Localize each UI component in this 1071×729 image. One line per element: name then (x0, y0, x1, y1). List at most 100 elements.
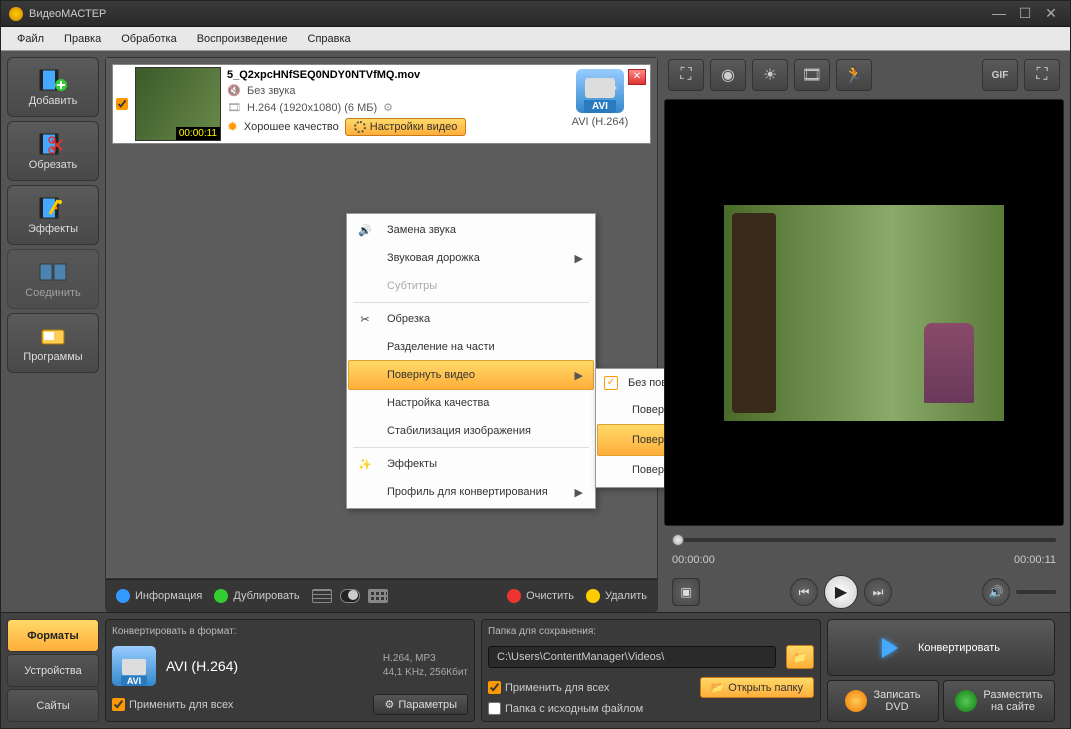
ctx-quality[interactable]: Настройка качества (349, 389, 593, 417)
ctx-crop[interactable]: ✂Обрезка (349, 305, 593, 333)
sidebar-cut-button[interactable]: Обрезать (7, 121, 99, 181)
file-checkbox-wrap (115, 67, 129, 141)
maximize-button[interactable]: ☐ (1014, 5, 1036, 23)
folder-apply-all-label[interactable]: Применить для всех (488, 681, 609, 694)
close-button[interactable]: ✕ (1040, 5, 1062, 23)
ctx-convert-profile[interactable]: Профиль для конвертирования▶ (349, 478, 593, 506)
file-quality: Хорошее качество (244, 121, 339, 133)
list-view-icon[interactable] (312, 589, 332, 603)
speed-tool-button[interactable]: 🏃 (836, 59, 872, 91)
gif-tool-button[interactable]: GIF (982, 59, 1018, 91)
record-tool-button[interactable]: ◉ (710, 59, 746, 91)
list-toolbar: Информация Дублировать Очистить Удалить (106, 579, 657, 611)
speaker-icon: 🔊 (353, 220, 377, 240)
film-tool-button[interactable]: 🎞 (794, 59, 830, 91)
apply-all-checkbox[interactable] (112, 698, 125, 711)
sidebar-join-label: Соединить (25, 287, 81, 299)
format-icon[interactable]: AVI (112, 646, 156, 686)
same-source-checkbox[interactable] (488, 702, 501, 715)
volume-button[interactable]: 🔊 (982, 578, 1010, 606)
browse-button[interactable]: 📁 (786, 645, 814, 669)
chevron-right-icon: ▶ (575, 369, 583, 382)
fullscreen-tool-button[interactable]: ⛶ (1024, 59, 1060, 91)
plus-icon (214, 589, 228, 603)
burn-dvd-button[interactable]: Записать DVD (827, 680, 939, 722)
minimize-button[interactable]: — (988, 5, 1010, 23)
ctx-subtitles: Субтитры (349, 272, 593, 300)
grid-view-icon[interactable] (368, 589, 388, 603)
chevron-right-icon: ▶ (575, 486, 583, 499)
view-toggle[interactable] (312, 589, 388, 603)
convert-button[interactable]: Конвертировать (827, 619, 1055, 676)
play-button[interactable]: ▶ (824, 575, 858, 609)
titlebar[interactable]: ВидеоМАСТЕР — ☐ ✕ (1, 1, 1070, 27)
menu-playback[interactable]: Воспроизведение (187, 30, 298, 48)
sidebar-programs-button[interactable]: Программы (7, 313, 99, 373)
preview-video[interactable] (664, 99, 1064, 526)
menu-help[interactable]: Справка (298, 30, 361, 48)
volume-slider[interactable] (1016, 590, 1056, 594)
format-tabs: Форматы Устройства Сайты (7, 619, 99, 722)
file-name: 5_Q2xpcHNfSEQ0NDY0NTVfMQ.mov (227, 69, 546, 81)
format-panel: Конвертировать в формат: AVI AVI (H.264)… (105, 619, 475, 722)
apply-all-checkbox-label[interactable]: Применить для всех (112, 698, 233, 711)
open-folder-button[interactable]: 📂Открыть папку (700, 677, 814, 698)
menu-file[interactable]: Файл (7, 30, 54, 48)
ctx-audio-track[interactable]: Звуковая дорожка▶ (349, 244, 593, 272)
time-duration: 00:00:11 (1014, 554, 1056, 566)
menubar: Файл Правка Обработка Воспроизведение Сп… (1, 27, 1070, 51)
sidebar-join-button[interactable]: Соединить (7, 249, 99, 309)
sidebar: Добавить Обрезать Эффекты Соединить Прог… (7, 57, 99, 612)
folder-apply-all-checkbox[interactable] (488, 681, 501, 694)
toggle-icon[interactable] (340, 589, 360, 603)
format-header: Конвертировать в формат: (112, 626, 468, 637)
brightness-tool-button[interactable]: ☀ (752, 59, 788, 91)
tab-formats[interactable]: Форматы (7, 619, 99, 652)
info-icon (116, 589, 130, 603)
ctx-stabilization[interactable]: Стабилизация изображения (349, 417, 593, 445)
sidebar-effects-button[interactable]: Эффекты (7, 185, 99, 245)
clear-button[interactable]: Очистить (507, 589, 574, 603)
tab-sites[interactable]: Сайты (7, 689, 99, 722)
output-path[interactable]: C:\Users\ContentManager\Videos\ (488, 646, 776, 668)
ctx-split[interactable]: Разделение на части (349, 333, 593, 361)
params-button[interactable]: ⚙Параметры (373, 694, 468, 715)
file-thumbnail[interactable] (135, 67, 221, 141)
menu-edit[interactable]: Правка (54, 30, 111, 48)
tab-devices[interactable]: Устройства (7, 654, 99, 687)
prev-button[interactable]: ⏮ (790, 578, 818, 606)
ctx-rotate-video[interactable]: Повернуть видео▶ (348, 360, 594, 390)
check-icon: ✓ (604, 376, 618, 390)
sidebar-programs-label: Программы (23, 351, 82, 363)
folder-header: Папка для сохранения: (488, 626, 814, 637)
info-button[interactable]: Информация (116, 589, 202, 603)
duplicate-button[interactable]: Дублировать (214, 589, 299, 603)
gear-icon: ⚙ (384, 698, 394, 711)
file-codec: H.264 (1920x1080) (6 МБ) (247, 102, 377, 114)
film-fx-icon (37, 195, 69, 221)
same-source-label[interactable]: Папка с исходным файлом (488, 702, 814, 715)
nosound-icon: 🔇 (227, 84, 241, 98)
ctx-effects[interactable]: ✨Эффекты (349, 450, 593, 478)
ctx-replace-audio[interactable]: 🔊Замена звука (349, 216, 593, 244)
file-item[interactable]: 5_Q2xpcHNfSEQ0NDY0NTVfMQ.mov 🔇Без звука … (112, 64, 651, 144)
file-checkbox[interactable] (116, 98, 128, 110)
file-remove-button[interactable]: ✕ (628, 69, 646, 85)
next-button[interactable]: ⏭ (864, 578, 892, 606)
video-settings-button[interactable]: Настройки видео (345, 118, 467, 136)
app-title: ВидеоМАСТЕР (29, 8, 984, 20)
menu-process[interactable]: Обработка (111, 30, 186, 48)
sidebar-add-button[interactable]: Добавить (7, 57, 99, 117)
upload-button[interactable]: Разместить на сайте (943, 680, 1055, 722)
app-window: ВидеоМАСТЕР — ☐ ✕ Файл Правка Обработка … (0, 0, 1071, 729)
preview-toolbar: ⛶ ◉ ☀ 🎞 🏃 GIF ⛶ (664, 57, 1064, 93)
slider-knob[interactable] (672, 534, 684, 546)
delete-button[interactable]: Удалить (586, 589, 647, 603)
ctx-separator (353, 302, 589, 303)
film-plus-icon (37, 67, 69, 93)
tool-icon[interactable]: ⚙ (383, 101, 397, 115)
preview-slider[interactable] (664, 532, 1064, 548)
snapshot-button[interactable]: ▣ (672, 578, 700, 606)
file-nosound: Без звука (247, 85, 296, 97)
crop-tool-button[interactable]: ⛶ (668, 59, 704, 91)
